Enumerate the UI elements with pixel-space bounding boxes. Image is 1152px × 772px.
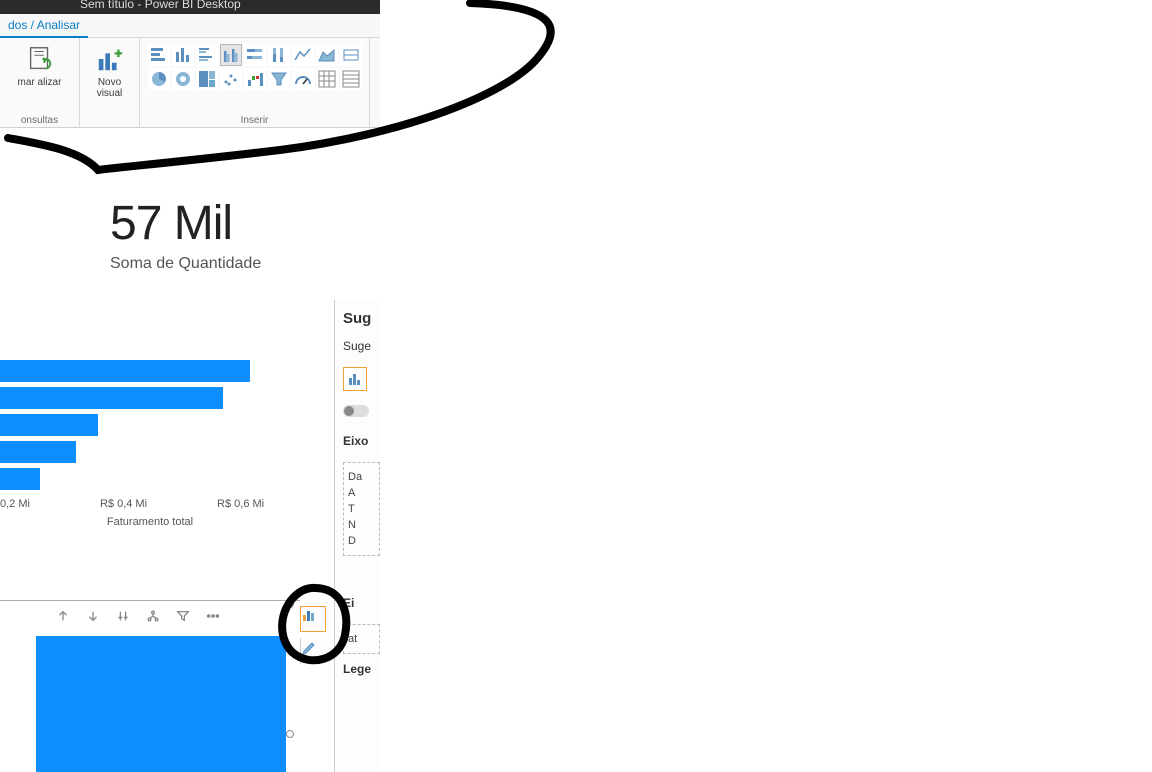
legend-section-label: Lege <box>343 662 380 676</box>
ribbon-group-novo-visual: Novo visual <box>80 38 140 128</box>
viz-treemap[interactable] <box>196 68 218 90</box>
ribbon-group-consultas: mar alizar onsultas <box>0 38 80 128</box>
novo-visual-button[interactable]: Novo visual <box>95 44 125 99</box>
divider <box>0 600 300 601</box>
viz-clustered-bar[interactable] <box>196 44 218 66</box>
drill-hierarchy-icon[interactable] <box>145 608 161 624</box>
field-item[interactable]: Da <box>348 469 375 485</box>
field-item[interactable]: at <box>348 631 375 647</box>
x-tick: 0,2 Mi <box>0 498 30 510</box>
filter-icon[interactable] <box>175 608 191 624</box>
ribbon-group-inserir: Inserir <box>140 38 370 128</box>
pane-subtitle: Suge <box>343 339 380 353</box>
suggestions-toggle[interactable] <box>343 405 380 420</box>
field-item[interactable]: N <box>348 517 375 533</box>
drill-up-icon[interactable] <box>55 608 71 624</box>
refresh-page-icon <box>25 44 55 74</box>
viz-area[interactable] <box>316 44 338 66</box>
axis-section-label: Eixo <box>343 434 380 448</box>
format-visual-tab[interactable] <box>300 638 326 664</box>
build-visual-tab[interactable] <box>300 606 326 632</box>
viz-pie[interactable] <box>148 68 170 90</box>
viz-funnel[interactable] <box>268 68 290 90</box>
viz-line[interactable] <box>292 44 314 66</box>
selection-handle[interactable] <box>286 730 294 738</box>
selection-handle[interactable] <box>286 600 294 608</box>
ribbon-tab-row: dos / Analisar <box>0 14 380 38</box>
card-visual[interactable]: 57 Mil Soma de Quantidade <box>110 196 261 273</box>
viz-stacked-column[interactable] <box>172 44 194 66</box>
pane-title: Sug <box>343 310 380 327</box>
axis2-section-label: Ei <box>343 596 380 610</box>
field-item[interactable]: A <box>348 485 375 501</box>
novo-visual-label: Novo visual <box>97 77 123 99</box>
bar-chart-x-axis: 0,2 Mi R$ 0,4 Mi R$ 0,6 Mi <box>0 498 300 510</box>
bar-chart-visual[interactable]: 0,2 Mi R$ 0,4 Mi R$ 0,6 Mi Faturamento t… <box>0 360 300 528</box>
visual-header <box>55 608 221 624</box>
suggestion-viz-selector <box>343 367 380 391</box>
ribbon-group-inserir-label: Inserir <box>140 115 369 126</box>
viz-stacked-bar[interactable] <box>148 44 170 66</box>
field-item[interactable]: D <box>348 533 375 549</box>
bar-chart-x-label: Faturamento total <box>0 516 300 528</box>
ribbon-tab-analisar[interactable]: dos / Analisar <box>0 14 88 38</box>
transform-data-label: mar alizar <box>18 77 62 88</box>
column-chart-plus-icon <box>95 44 125 74</box>
ribbon: mar alizar onsultas Novo visual <box>0 38 380 128</box>
card-value: 57 Mil <box>110 196 261 251</box>
card-label: Soma de Quantidade <box>110 255 261 273</box>
viz-donut[interactable] <box>172 68 194 90</box>
values-field-well[interactable]: at <box>343 624 380 654</box>
transform-data-button[interactable]: mar alizar <box>18 44 62 88</box>
visualizations-pane: Sug Suge Eixo Da A T N D Ei at Lege <box>334 300 380 772</box>
drill-expand-icon[interactable] <box>115 608 131 624</box>
window-titlebar: Sem título - Power BI Desktop <box>0 0 380 14</box>
bar[interactable] <box>0 441 76 463</box>
bar[interactable] <box>0 387 223 409</box>
viz-gauge[interactable] <box>292 68 314 90</box>
ribbon-group-consultas-label: onsultas <box>0 115 79 126</box>
field-item[interactable]: T <box>348 501 375 517</box>
viz-ribbon[interactable] <box>340 44 362 66</box>
window-title: Sem título - Power BI Desktop <box>80 0 241 11</box>
x-tick: R$ 0,6 Mi <box>217 498 264 510</box>
visualization-gallery <box>148 44 362 90</box>
bar[interactable] <box>0 360 250 382</box>
axis-field-well[interactable]: Da A T N D <box>343 462 380 556</box>
drill-down-icon[interactable] <box>85 608 101 624</box>
viz-waterfall[interactable] <box>244 68 266 90</box>
viz-stacked-column-100[interactable] <box>268 44 290 66</box>
viz-clustered-column[interactable] <box>220 44 242 66</box>
bar[interactable] <box>0 468 40 490</box>
suggestion-viz-option[interactable] <box>343 367 367 391</box>
viz-table[interactable] <box>340 68 362 90</box>
viz-scatter[interactable] <box>220 68 242 90</box>
viz-matrix[interactable] <box>316 68 338 90</box>
viz-stacked-bar-100[interactable] <box>244 44 266 66</box>
column-chart-visual[interactable] <box>36 636 286 772</box>
x-tick: R$ 0,4 Mi <box>100 498 147 510</box>
more-options-icon[interactable] <box>205 608 221 624</box>
bar[interactable] <box>0 414 98 436</box>
